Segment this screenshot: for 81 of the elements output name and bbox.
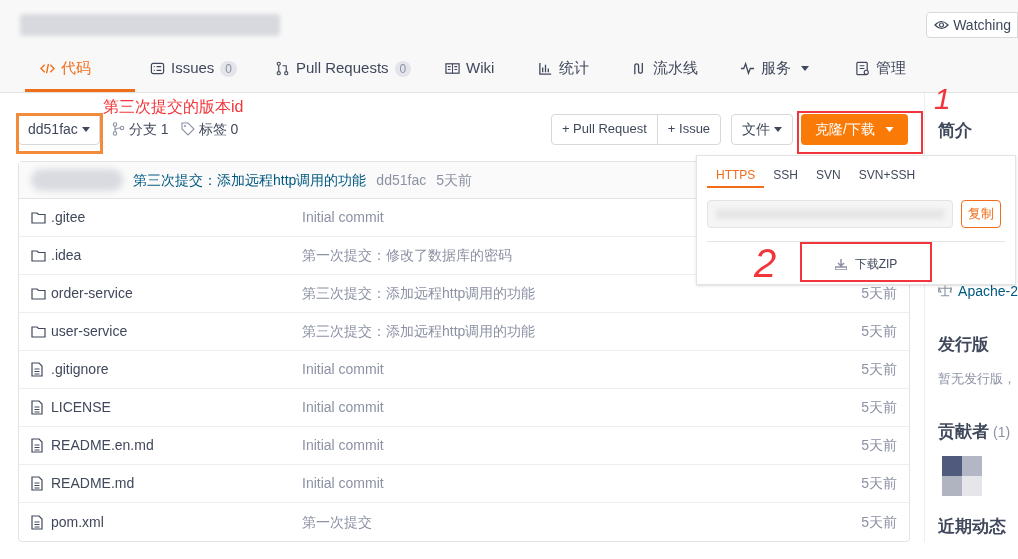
- tab-label: 代码: [61, 58, 91, 79]
- code-icon: [40, 61, 55, 76]
- section-title: 贡献者: [938, 420, 989, 443]
- file-name[interactable]: user-service: [51, 321, 302, 342]
- nav-tab[interactable]: 服务: [725, 48, 840, 92]
- tab-label: Issues: [171, 58, 215, 79]
- tab-label: 管理: [876, 58, 906, 79]
- annotation-label: 第三次提交的版本id: [103, 99, 244, 115]
- folder-icon: [31, 249, 46, 262]
- section-title: 近期动态: [938, 516, 1007, 538]
- nav-tab[interactable]: 管理: [840, 48, 930, 92]
- nav-tab[interactable]: Pull Requests 0: [260, 48, 430, 92]
- nav-tab[interactable]: Wiki: [430, 48, 523, 92]
- file-time: 5天前: [861, 474, 897, 493]
- wiki-icon: [445, 61, 460, 76]
- section-title: 简介: [938, 120, 973, 142]
- file-name[interactable]: .gitee: [51, 207, 302, 228]
- contributor-avatar[interactable]: [942, 456, 982, 496]
- nav-tab[interactable]: Issues 0: [135, 48, 260, 92]
- tab-label: 流水线: [653, 58, 698, 79]
- count-badge: 0: [394, 60, 412, 77]
- tag-icon: [180, 122, 195, 136]
- caret-icon: [774, 126, 783, 132]
- service-icon: [740, 61, 755, 76]
- issues-icon: [150, 61, 165, 76]
- file-icon: [31, 362, 43, 377]
- toolbar-button[interactable]: + Issue: [656, 114, 721, 144]
- file-icon: [31, 514, 43, 530]
- protocol-tab[interactable]: SVN: [807, 164, 850, 188]
- annotation-number: 2: [754, 243, 777, 283]
- tab-label: Pull Requests: [296, 58, 389, 79]
- file-icon: [31, 438, 43, 453]
- tag-count[interactable]: 标签 0: [198, 118, 239, 140]
- file-name[interactable]: .idea: [51, 245, 302, 266]
- tab-label: 服务: [761, 58, 791, 79]
- manage-icon: [855, 61, 870, 76]
- download-zip-button[interactable]: 下载ZIP: [834, 255, 898, 273]
- watch-button[interactable]: Watching: [926, 12, 1018, 38]
- count-badge: 0: [220, 60, 238, 77]
- nav-tab[interactable]: 流水线: [617, 48, 725, 92]
- toolbar-button[interactable]: + Pull Request: [551, 114, 657, 144]
- url-field[interactable]: [707, 200, 953, 228]
- contributor-count: (1): [993, 422, 1011, 442]
- file-name[interactable]: LICENSE: [51, 397, 302, 418]
- tab-label: Wiki: [466, 58, 495, 79]
- protocol-tab[interactable]: SSH: [764, 164, 808, 188]
- license-link[interactable]: Apache-2: [958, 280, 1018, 302]
- file-name[interactable]: .gitignore: [51, 359, 302, 380]
- annotation-number: 1: [934, 84, 951, 114]
- file-time: 5天前: [861, 436, 897, 455]
- file-name[interactable]: pom.xml: [51, 511, 302, 533]
- file-time: 5天前: [861, 284, 897, 303]
- download-icon: [834, 258, 847, 270]
- file-time: 5天前: [861, 512, 897, 532]
- file-name[interactable]: order-service: [51, 283, 302, 304]
- commit-time: 5天前: [436, 170, 472, 190]
- protocol-tab[interactable]: SVN+SSH: [849, 164, 925, 188]
- file-icon: [31, 400, 43, 415]
- releases-text: 暂无发行版，: [938, 370, 1017, 388]
- branch-icon: [111, 122, 125, 136]
- caret-icon: [885, 126, 894, 132]
- file-icon: [31, 476, 43, 491]
- section-title: 发行版: [938, 333, 990, 356]
- file-time: 5天前: [861, 322, 897, 341]
- tab-label: 统计: [559, 58, 589, 79]
- nav-tab[interactable]: 统计: [523, 48, 617, 92]
- commit-message[interactable]: 第三次提交：添加远程http调用的功能: [133, 169, 367, 191]
- folder-icon: [31, 211, 46, 224]
- folder-icon: [31, 325, 46, 338]
- stats-icon: [538, 61, 553, 76]
- folder-icon: [31, 287, 46, 300]
- branch-count[interactable]: 分支 1: [128, 118, 169, 140]
- eye-icon: [934, 20, 950, 30]
- file-menu-button[interactable]: 文件: [731, 113, 794, 145]
- file-name[interactable]: README.md: [51, 473, 302, 494]
- file-time: 5天前: [861, 398, 897, 417]
- file-name[interactable]: README.en.md: [51, 435, 302, 456]
- file-time: 5天前: [861, 360, 897, 379]
- scale-icon: [938, 285, 953, 297]
- pr-icon: [275, 61, 290, 76]
- caret-icon: [81, 126, 90, 132]
